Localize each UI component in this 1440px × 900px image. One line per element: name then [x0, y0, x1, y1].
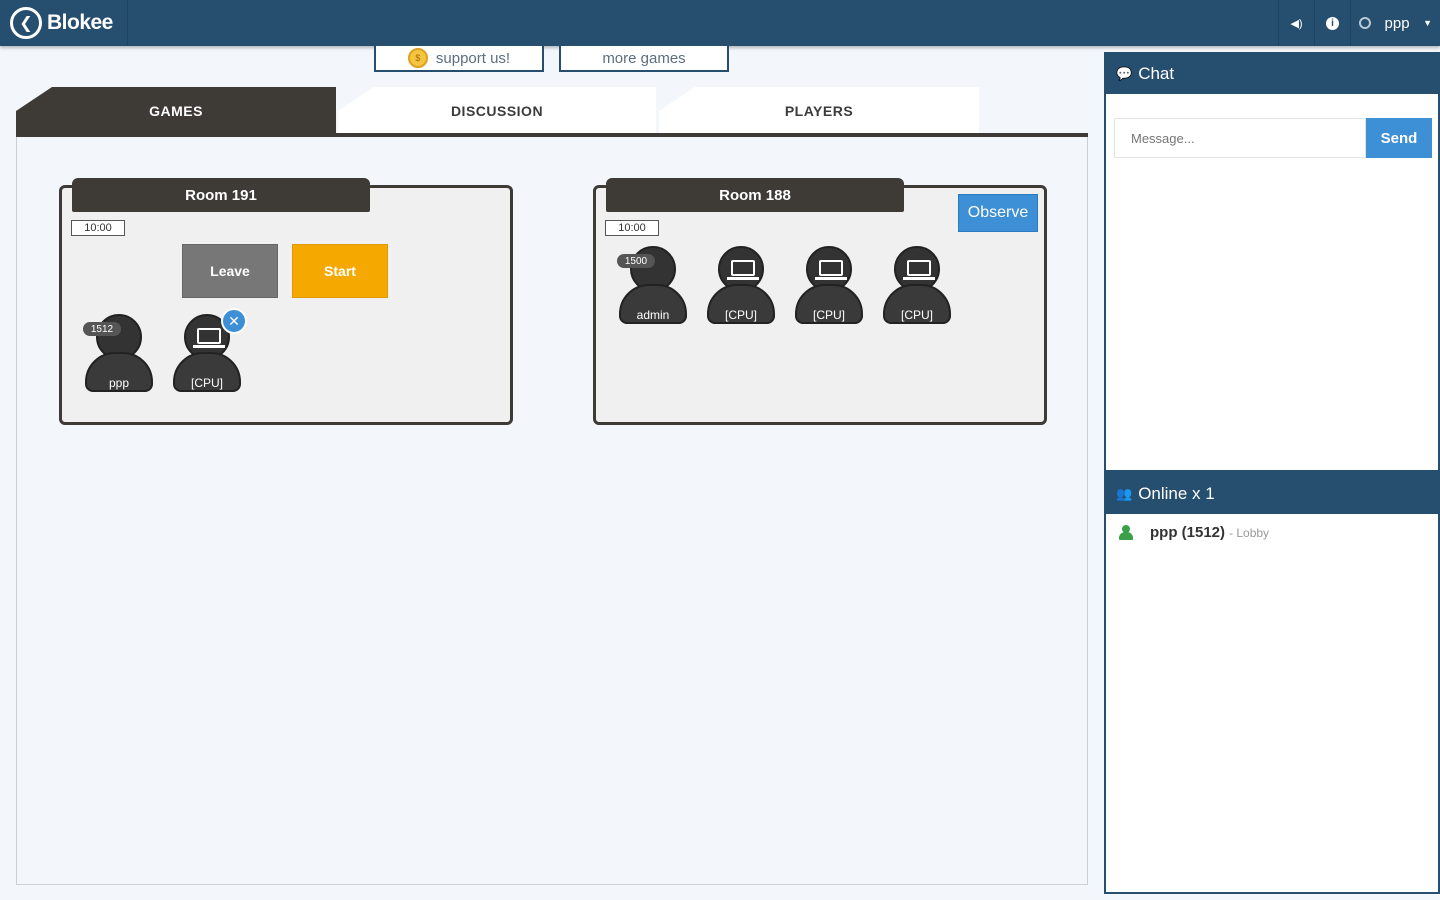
brand-name: Blokee — [47, 11, 113, 34]
player-name: [CPU] — [812, 308, 845, 322]
chat-compose: Send — [1114, 118, 1432, 158]
user-menu-dropdown[interactable]: ppp ▼ — [1350, 0, 1440, 46]
observe-button[interactable]: Observe — [958, 194, 1038, 232]
laptop-icon — [193, 328, 225, 348]
chat-panel: 💬 Chat Send — [1104, 52, 1440, 472]
coin-icon: $ — [407, 48, 428, 68]
chat-message-input[interactable] — [1114, 118, 1366, 158]
room-title: Room 191 — [72, 178, 370, 212]
chevron-down-icon: ▼ — [1423, 18, 1432, 28]
room-card: Room 191 10:00 Leave Start 1512 ppp [CPU… — [59, 178, 513, 425]
player-seat: [CPU] — [881, 246, 953, 328]
player-rating: 1500 — [617, 254, 655, 268]
tab-players[interactable]: PLAYERS — [659, 87, 979, 135]
online-header: 👥 Online x 1 — [1106, 474, 1438, 514]
player-name: ppp — [108, 376, 130, 390]
room-time-control: 10:00 — [605, 220, 659, 236]
online-panel: 👥 Online x 1 ppp (1512) - Lobby — [1104, 472, 1440, 894]
start-button[interactable]: Start — [292, 244, 388, 298]
brand-home-link[interactable]: ❮ Blokee — [0, 0, 128, 46]
player-name: [CPU] — [190, 376, 223, 390]
laptop-icon — [903, 260, 935, 280]
online-user-row[interactable]: ppp (1512) - Lobby — [1106, 514, 1438, 551]
support-us-label: support us! — [435, 49, 511, 67]
room-card: Room 188 10:00 Observe 1500 admin [CPU] … — [593, 178, 1047, 425]
player-rating: 1512 — [83, 322, 121, 336]
player-name: admin — [636, 308, 670, 322]
player-seat: [CPU] — [793, 246, 865, 328]
online-title: Online x 1 — [1138, 484, 1215, 503]
leave-button[interactable]: Leave — [182, 244, 278, 298]
chat-bubble-icon: 💬 — [1116, 66, 1133, 81]
info-button[interactable]: i — [1314, 0, 1350, 46]
more-games-label: more games — [602, 49, 686, 67]
laptop-icon — [815, 260, 847, 280]
chat-header: 💬 Chat — [1106, 54, 1438, 94]
player-name: [CPU] — [724, 308, 757, 322]
player-seat: [CPU] ✕ — [171, 308, 247, 396]
room-time-control: 10:00 — [71, 220, 125, 236]
user-icon — [1359, 17, 1371, 29]
room-title: Room 188 — [606, 178, 904, 212]
games-panel: Room 191 10:00 Leave Start 1512 ppp [CPU… — [16, 137, 1088, 885]
support-us-button[interactable]: $ support us! — [374, 46, 544, 72]
online-user-name: ppp (1512) — [1150, 524, 1226, 541]
more-games-button[interactable]: more games — [559, 46, 729, 72]
sound-toggle-button[interactable]: ◀) — [1278, 0, 1314, 46]
player-seat: 1500 admin — [617, 246, 689, 328]
back-arrow-icon: ❮ — [10, 7, 42, 39]
speaker-icon: ◀) — [1290, 17, 1303, 30]
laptop-icon — [727, 260, 759, 280]
player-name: [CPU] — [900, 308, 933, 322]
send-button[interactable]: Send — [1366, 118, 1432, 158]
info-icon: i — [1326, 16, 1339, 30]
user-status-icon — [1118, 524, 1134, 541]
chat-title: Chat — [1138, 64, 1175, 83]
player-seat: [CPU] — [705, 246, 777, 328]
tab-games[interactable]: GAMES — [16, 87, 336, 135]
online-user-location: - Lobby — [1229, 525, 1270, 540]
users-icon: 👥 — [1116, 486, 1133, 501]
remove-cpu-button[interactable]: ✕ — [221, 308, 247, 334]
top-actions: ◀) i ppp ▼ — [1278, 0, 1440, 46]
lobby-tabs: GAMES DISCUSSION PLAYERS — [16, 87, 1088, 137]
top-bar: ❮ Blokee ◀) i ppp ▼ — [0, 0, 1440, 46]
player-seat: 1512 ppp — [83, 314, 155, 396]
tab-discussion[interactable]: DISCUSSION — [338, 87, 656, 135]
user-name: ppp — [1384, 14, 1410, 32]
